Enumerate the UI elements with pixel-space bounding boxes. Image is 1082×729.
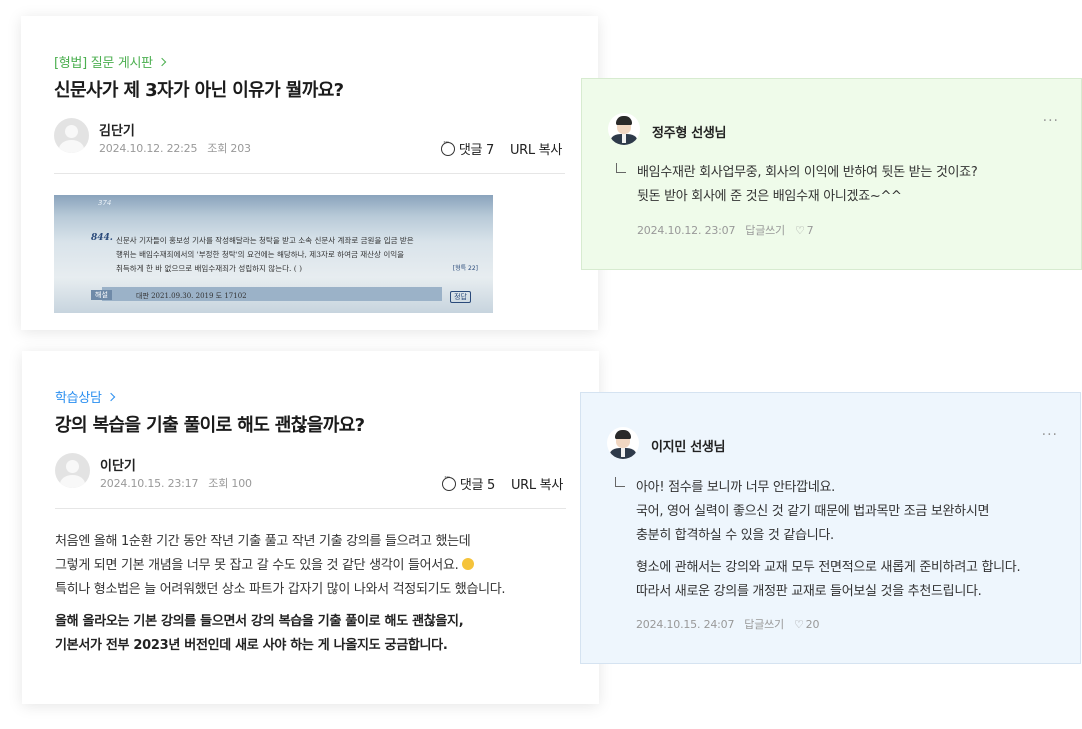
avatar — [55, 453, 90, 488]
reply-text: 아아! 점수를 보니까 너무 안타깝네요. 국어, 영어 실력이 좋으신 것 같… — [636, 476, 989, 548]
reply-date: 2024.10.12. 23:07 — [637, 223, 736, 237]
post-actions: 댓글 5 URL 복사 — [441, 473, 563, 493]
board-label: [형법] 질문 게시판 — [54, 56, 153, 71]
copy-url-button[interactable]: URL 복사 — [510, 139, 562, 158]
post-title: 신문사가 제 3자가 아닌 이유가 뭘까요? — [54, 80, 344, 101]
body-line-with-emoji: 그렇게 되면 기본 개념을 너무 못 잡고 갈 수도 있을 것 같단 생각이 들… — [55, 554, 505, 578]
comment-icon — [440, 138, 455, 156]
teacher-name: 이지민 선생님 — [651, 440, 726, 455]
divider — [55, 508, 566, 509]
board-link[interactable]: [형법] 질문 게시판 — [54, 52, 167, 71]
post-card-2: 학습상담 강의 복습을 기출 풀이로 해도 괜찮을까요? 이단기 2024.10… — [22, 351, 599, 704]
write-reply-button[interactable]: 답글쓰기 — [744, 616, 784, 632]
reply-arrow-icon — [615, 477, 625, 487]
reply-line: 충분히 합격하실 수 있을 것 같습니다. — [636, 528, 834, 543]
reply-line: 배임수재란 회사업무중, 회사의 이익에 반하여 뒷돈 받는 것이죠? — [637, 165, 978, 180]
post-card-1: [형법] 질문 게시판 신문사가 제 3자가 아닌 이유가 뭘까요? 김단기 2… — [21, 16, 598, 330]
post-meta: 2024.10.15. 23:17 조회 100 — [100, 475, 252, 491]
image-question-number: 844. — [91, 233, 113, 243]
like-count: 7 — [806, 223, 814, 237]
reply-line: 국어, 영어 실력이 좋으신 것 같기 때문에 법과목만 조금 보완하시면 — [636, 504, 990, 519]
more-options-icon[interactable]: ··· — [1043, 113, 1059, 129]
reply-text-2: 형소에 관해서는 강의와 교재 모두 전면적으로 새롭게 준비하려고 합니다. … — [636, 556, 1021, 604]
post-title: 강의 복습을 기출 풀이로 해도 괜찮을까요? — [55, 415, 365, 436]
image-tag: [형특 22] — [452, 265, 478, 272]
avatar — [54, 118, 89, 153]
teacher-avatar — [608, 113, 640, 145]
divider — [54, 173, 565, 174]
body-line-bold: 올해 올라오는 기본 강의를 들으면서 강의 복습을 기출 풀이로 해도 괜찮을… — [55, 614, 464, 629]
image-page-number: 374 — [98, 199, 112, 207]
heart-icon[interactable]: ♡ — [794, 618, 804, 631]
image-text-line: 취득하게 한 바 없으므로 배임수재죄가 성립하지 않는다. ( ) — [116, 264, 303, 273]
teacher-avatar — [607, 427, 639, 459]
post-actions: 댓글 7 URL 복사 — [440, 138, 562, 158]
author-name: 김단기 — [99, 124, 135, 139]
reply-line: 아아! 점수를 보니까 너무 안타깝네요. — [636, 480, 835, 495]
comment-count-button[interactable]: 댓글 7 — [459, 139, 494, 158]
reply-text: 배임수재란 회사업무중, 회사의 이익에 반하여 뒷돈 받는 것이죠? 뒷돈 받… — [637, 161, 978, 209]
crying-emoji-icon — [462, 558, 475, 570]
like-count: 20 — [805, 617, 820, 631]
image-hint-text: 대판 2021.09.30. 2019 도 17102 — [136, 292, 247, 300]
post-body-bold: 올해 올라오는 기본 강의를 들으면서 강의 복습을 기출 풀이로 해도 괜찮을… — [55, 610, 464, 658]
view-count: 조회 203 — [207, 142, 251, 155]
post-body: 처음엔 올해 1순환 기간 동안 작년 기출 풀고 작년 기출 강의를 들으려고… — [55, 530, 506, 602]
image-answer-label: 정답 — [450, 291, 471, 303]
chevron-right-icon — [157, 57, 167, 66]
body-line: 특히나 형소법은 늘 어려워했던 상소 파트가 갑자기 많이 나와서 걱정되기도… — [55, 582, 506, 597]
reply-line: 형소에 관해서는 강의와 교재 모두 전면적으로 새롭게 준비하려고 합니다. — [636, 560, 1021, 575]
reply-line: 따라서 새로운 강의를 개정판 교재로 들어보실 것을 추천드립니다. — [636, 584, 982, 599]
image-text-line: 신문사 기자들이 홍보성 기사를 작성해달라는 청탁을 받고 소속 신문사 계좌… — [116, 236, 414, 245]
question-image[interactable]: 374 844. 신문사 기자들이 홍보성 기사를 작성해달라는 청탁을 받고 … — [54, 195, 493, 313]
write-reply-button[interactable]: 답글쓰기 — [745, 222, 785, 238]
image-hint-label: 해설 — [91, 290, 112, 300]
teacher-name: 정주형 선생님 — [652, 126, 727, 141]
view-count: 조회 100 — [208, 477, 252, 490]
body-line: 그렇게 되면 기본 개념을 너무 못 잡고 갈 수도 있을 것 같단 생각이 들… — [55, 558, 459, 573]
teacher-reply-1: 정주형 선생님 ··· 배임수재란 회사업무중, 회사의 이익에 반하여 뒷돈 … — [581, 78, 1082, 270]
copy-url-button[interactable]: URL 복사 — [511, 474, 563, 493]
reply-meta: 2024.10.12. 23:07 답글쓰기 ♡ 7 — [637, 222, 814, 238]
reply-arrow-icon — [616, 163, 626, 173]
post-date: 2024.10.12. 22:25 — [99, 142, 198, 155]
post-date: 2024.10.15. 23:17 — [100, 477, 199, 490]
board-link[interactable]: 학습상담 — [55, 387, 115, 406]
comment-count-button[interactable]: 댓글 5 — [460, 474, 495, 493]
body-line: 처음엔 올해 1순환 기간 동안 작년 기출 풀고 작년 기출 강의를 들으려고… — [55, 534, 471, 549]
reply-meta: 2024.10.15. 24:07 답글쓰기 ♡ 20 — [636, 616, 819, 632]
reply-line: 뒷돈 받아 회사에 준 것은 배임수재 아니겠죠~^^ — [637, 189, 902, 204]
reply-date: 2024.10.15. 24:07 — [636, 617, 735, 631]
board-label: 학습상담 — [55, 391, 102, 406]
chevron-right-icon — [106, 392, 115, 401]
heart-icon[interactable]: ♡ — [795, 224, 805, 237]
more-options-icon[interactable]: ··· — [1042, 427, 1058, 443]
body-line-bold: 기본서가 전부 2023년 버전인데 새로 사야 하는 게 나올지도 궁금합니다… — [55, 638, 448, 653]
image-text-line: 행위는 배임수재죄에서의 '부정한 청탁'의 요건에는 해당하나, 제3자로 하… — [116, 250, 405, 259]
author-name: 이단기 — [100, 459, 136, 474]
post-meta: 2024.10.12. 22:25 조회 203 — [99, 140, 251, 156]
comment-icon — [441, 473, 456, 491]
teacher-reply-2: 이지민 선생님 ··· 아아! 점수를 보니까 너무 안타깝네요. 국어, 영어… — [580, 392, 1081, 664]
